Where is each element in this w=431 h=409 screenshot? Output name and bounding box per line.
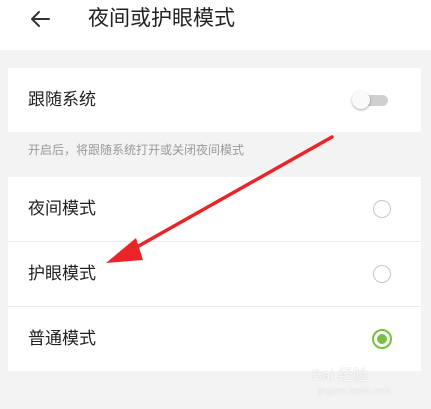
page-title: 夜间或护眼模式 xyxy=(88,6,235,30)
eye-care-mode-radio[interactable] xyxy=(373,265,391,283)
normal-mode-label: 普通模式 xyxy=(28,329,96,349)
arrow-left-icon[interactable] xyxy=(27,6,53,32)
eye-care-mode-label: 护眼模式 xyxy=(28,264,96,284)
follow-system-label: 跟随系统 xyxy=(28,90,96,110)
night-mode-label: 夜间模式 xyxy=(28,199,96,219)
header-bar: 夜间或护眼模式 xyxy=(0,0,431,50)
hint-text: 开启后，将跟随系统打开或关闭夜间模式 xyxy=(28,143,245,157)
follow-system-toggle[interactable] xyxy=(352,91,388,109)
normal-mode-radio[interactable] xyxy=(372,329,392,349)
watermark-url: jingyan.baidu.com xyxy=(318,386,391,396)
night-mode-radio[interactable] xyxy=(373,200,391,218)
watermark-logo: Bai 经验 xyxy=(312,367,368,384)
night-mode-row[interactable]: 夜间模式 xyxy=(8,177,421,241)
eye-care-mode-row[interactable]: 护眼模式 xyxy=(8,242,421,306)
radio-selected-dot xyxy=(377,334,387,344)
toggle-knob xyxy=(352,91,370,109)
normal-mode-row[interactable]: 普通模式 xyxy=(8,307,421,371)
